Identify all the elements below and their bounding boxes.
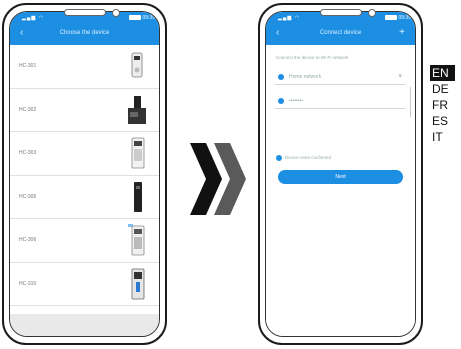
phone-screen: ▂▄▆ ◠ 09:39 ‹ Choose the device HC-301 H…: [9, 11, 160, 337]
lock-icon: [278, 98, 284, 104]
chevron-dark-shape: [190, 143, 222, 215]
app-header: ▂▄▆ ◠ 09:39 ‹ Connect device +: [266, 12, 415, 45]
device-label: HC-301: [19, 63, 37, 69]
chevron-arrows-icon: [190, 143, 246, 215]
list-item[interactable]: HC-303: [10, 132, 159, 176]
lang-es[interactable]: ES: [430, 113, 458, 129]
scrollbar[interactable]: [410, 87, 411, 117]
page-title: Connect device: [319, 30, 362, 36]
password-value: ••••••••: [289, 98, 304, 104]
instruction-text: Connect the device to Wi-Fi network: [276, 55, 349, 60]
list-item[interactable]: HC-305: [10, 175, 159, 219]
signal-icon: ▂▄▆ ◠: [278, 15, 300, 21]
list-item[interactable]: HC-310: [10, 262, 159, 306]
phone-screen: ▂▄▆ ◠ 09:39 ‹ Connect device + Connect t…: [265, 11, 416, 337]
lang-fr[interactable]: FR: [430, 97, 458, 113]
camera-mount-icon: [128, 95, 146, 124]
reset-checkbox[interactable]: Device reset confirmed: [276, 155, 331, 161]
device-label: HC-305: [19, 193, 37, 200]
list-footer: [10, 314, 159, 336]
chevron-down-icon: ▾: [398, 73, 402, 80]
device-label: HC-303: [19, 150, 37, 156]
device-label: HC-310: [19, 280, 37, 287]
network-field[interactable]: Home network ▾: [275, 69, 406, 85]
speaker-notch: [319, 9, 362, 16]
status-time: 09:39: [398, 15, 411, 21]
wifi-icon: [278, 74, 284, 80]
camera-dot: [112, 9, 120, 17]
slim-doorbell-icon: [134, 181, 142, 212]
status-time: 09:39: [142, 15, 155, 21]
camera-dot: [368, 9, 376, 17]
plus-icon[interactable]: +: [399, 27, 405, 38]
intercom-panel-icon: [128, 224, 145, 256]
intercom-panel-icon: [131, 137, 145, 169]
lang-en[interactable]: EN: [430, 65, 455, 81]
checkbox-label: Device reset confirmed: [285, 155, 332, 161]
speaker-notch: [63, 9, 106, 16]
signal-icon: ▂▄▆ ◠: [22, 15, 44, 21]
language-selector: EN DE FR ES IT: [430, 65, 458, 145]
list-item[interactable]: HC-306: [10, 219, 159, 263]
device-label: HC-302: [19, 106, 37, 113]
phone-connect: ▂▄▆ ◠ 09:39 ‹ Connect device + Connect t…: [258, 3, 423, 345]
device-list: HC-301 HC-302 HC-303 HC-305 HC-306 HC-31…: [10, 45, 159, 306]
lang-it[interactable]: IT: [430, 129, 458, 145]
lang-de[interactable]: DE: [430, 81, 458, 97]
list-item[interactable]: HC-301: [10, 45, 159, 89]
battery-icon: [385, 15, 397, 20]
connect-form: Connect the device to Wi-Fi network Home…: [266, 45, 415, 336]
network-value: Home network: [289, 74, 322, 80]
doorbell-icon: [131, 52, 143, 78]
password-field[interactable]: ••••••••: [275, 93, 406, 109]
next-button[interactable]: Next: [278, 170, 403, 184]
list-item[interactable]: HC-302: [10, 88, 159, 132]
video-doorbell-icon: [131, 268, 145, 299]
page-title: Choose the device: [59, 30, 110, 36]
app-header: ▂▄▆ ◠ 09:39 ‹ Choose the device: [10, 12, 159, 45]
battery-icon: [129, 15, 141, 20]
checkbox-icon: [276, 155, 282, 161]
device-label: HC-306: [19, 237, 37, 243]
phone-device-list: ▂▄▆ ◠ 09:39 ‹ Choose the device HC-301 H…: [2, 3, 167, 345]
